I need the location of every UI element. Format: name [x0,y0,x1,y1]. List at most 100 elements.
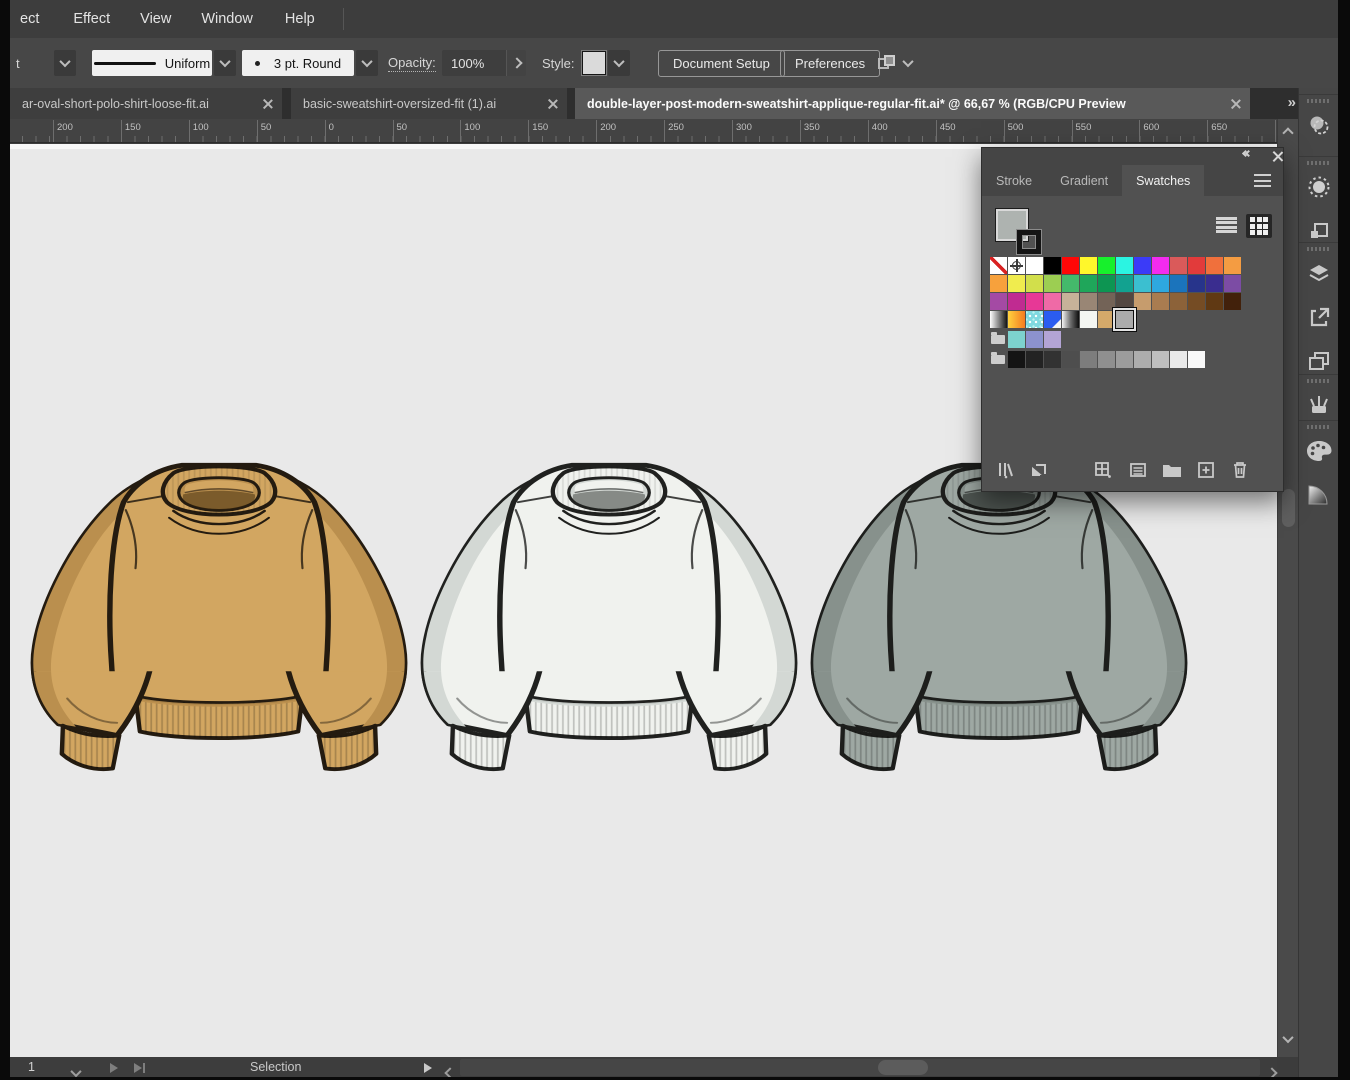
swatch-pattern[interactable] [1026,311,1043,328]
swatch-color[interactable] [1188,293,1205,310]
color-guide-panel-icon[interactable] [1299,165,1338,209]
swatch-color[interactable] [1116,257,1133,274]
document-tab-2[interactable]: basic-sweatshirt-oversized-fit (1).ai [291,88,567,119]
stroke-weight-dropdown[interactable] [54,50,76,76]
last-artboard-icon[interactable] [134,1063,142,1073]
swatch-gradient[interactable] [990,311,1007,328]
swatch-color[interactable] [1152,293,1169,310]
swatch-gradient[interactable] [1008,311,1025,328]
color-spheres-panel-icon[interactable] [1299,103,1338,147]
delete-swatch-icon[interactable] [1229,459,1251,481]
swatch-color[interactable] [1188,351,1205,368]
artboard-dropdown-icon[interactable] [70,1066,81,1077]
swatch-color[interactable] [1134,275,1151,292]
gradient-tool-panel-icon[interactable] [1299,473,1338,517]
swatch-color[interactable] [1206,293,1223,310]
menu-item-ect[interactable]: ect [18,11,41,27]
swatch-none[interactable] [990,257,1007,274]
swatch-color[interactable] [1008,331,1025,348]
panel-tab-swatches[interactable]: Swatches [1122,165,1204,196]
swatch-color[interactable] [1044,351,1061,368]
swatch-color[interactable] [1044,293,1061,310]
swatch-color[interactable] [1080,275,1097,292]
swatch-color[interactable] [1008,293,1025,310]
panel-collapse-icon[interactable] [1245,151,1251,156]
swatch-color[interactable] [1152,275,1169,292]
opacity-label[interactable]: Opacity: [388,55,436,72]
swatch-color[interactable] [1188,257,1205,274]
layers-panel-icon[interactable] [1299,251,1338,295]
swatch-color[interactable] [1170,275,1187,292]
swatch-color[interactable] [1026,351,1043,368]
color-group-folder-icon[interactable] [990,351,1007,368]
stroke-proxy-swatch[interactable] [1017,230,1041,254]
tab-close-icon[interactable] [548,99,557,108]
panel-tab-gradient[interactable]: Gradient [1046,165,1122,196]
menu-item-window[interactable]: Window [199,11,255,27]
scroll-down-icon[interactable] [1282,1032,1293,1043]
brush-select[interactable]: 3 pt. Round [242,50,354,76]
new-swatch-icon[interactable] [1195,459,1217,481]
swatch-kinds-icon[interactable] [1092,459,1114,481]
width-profile-dropdown[interactable] [214,50,236,76]
color-palette-panel-icon[interactable] [1299,429,1338,473]
swatch-color[interactable] [1026,257,1043,274]
swatch-color[interactable] [1152,257,1169,274]
swatch-color[interactable] [1224,275,1241,292]
document-setup-button[interactable]: Document Setup [658,50,785,77]
brush-dropdown[interactable] [356,50,378,76]
color-group-folder-icon[interactable] [990,331,1007,348]
swatch-color[interactable] [1080,351,1097,368]
swatch-color[interactable] [1188,275,1205,292]
style-swatch[interactable] [582,51,606,75]
swatch-color[interactable] [1062,275,1079,292]
sweatshirt-white[interactable] [403,440,815,785]
arrange-documents-icon[interactable] [878,55,896,71]
swatch-color[interactable] [1116,293,1133,310]
swatch-color[interactable] [1080,311,1097,328]
swatch-color[interactable] [1026,331,1043,348]
swatch-color[interactable] [1170,257,1187,274]
swatch-color[interactable] [1098,311,1115,328]
swatch-options-icon[interactable] [1127,459,1149,481]
menu-item-view[interactable]: View [138,11,173,27]
swatch-color[interactable] [1062,293,1079,310]
library-import-icon[interactable] [1028,459,1050,481]
swatch-color[interactable] [1044,275,1061,292]
swatch-color[interactable] [1044,257,1061,274]
tab-close-icon[interactable] [263,99,272,108]
opacity-expand-arrow[interactable] [506,50,526,76]
fill-stroke-proxy[interactable] [995,208,1051,264]
swatch-selected[interactable] [1116,311,1133,328]
status-menu-arrow-icon[interactable] [424,1063,432,1073]
panel-tab-stroke[interactable]: Stroke [982,165,1046,196]
swatch-color[interactable] [1098,275,1115,292]
swatch-color[interactable] [1062,351,1079,368]
swatch-color[interactable] [1134,257,1151,274]
list-view-toggle-icon[interactable] [1214,214,1239,236]
swatch-color[interactable] [1116,275,1133,292]
opacity-input[interactable]: 100% [442,50,506,76]
width-profile-select[interactable]: Uniform [92,50,212,76]
next-artboard-icon[interactable] [110,1063,118,1073]
export-panel-icon[interactable] [1299,295,1338,339]
swatch-color[interactable] [1224,293,1241,310]
swatch-color[interactable] [1008,275,1025,292]
horizontal-scroll-thumb[interactable] [878,1060,928,1075]
swatch-color[interactable] [1062,257,1079,274]
document-tab-3[interactable]: double-layer-post-modern-sweatshirt-appl… [575,88,1250,119]
document-tab-1[interactable]: ar-oval-short-polo-shirt-loose-fit.ai [10,88,282,119]
swatch-gradient[interactable] [1062,311,1079,328]
swatch-color[interactable] [1098,293,1115,310]
swatch-color[interactable] [1170,293,1187,310]
arrange-documents-dropdown[interactable] [902,56,913,67]
swatch-color[interactable] [1080,293,1097,310]
style-dropdown[interactable] [608,50,630,76]
swatch-color[interactable] [1134,293,1151,310]
swatch-color[interactable] [1026,293,1043,310]
preferences-button[interactable]: Preferences [780,50,880,77]
menu-item-help[interactable]: Help [283,11,317,27]
swatch-color[interactable] [1098,257,1115,274]
artboard-number[interactable]: 1 [28,1060,35,1074]
horizontal-scrollbar[interactable] [460,1059,1260,1076]
